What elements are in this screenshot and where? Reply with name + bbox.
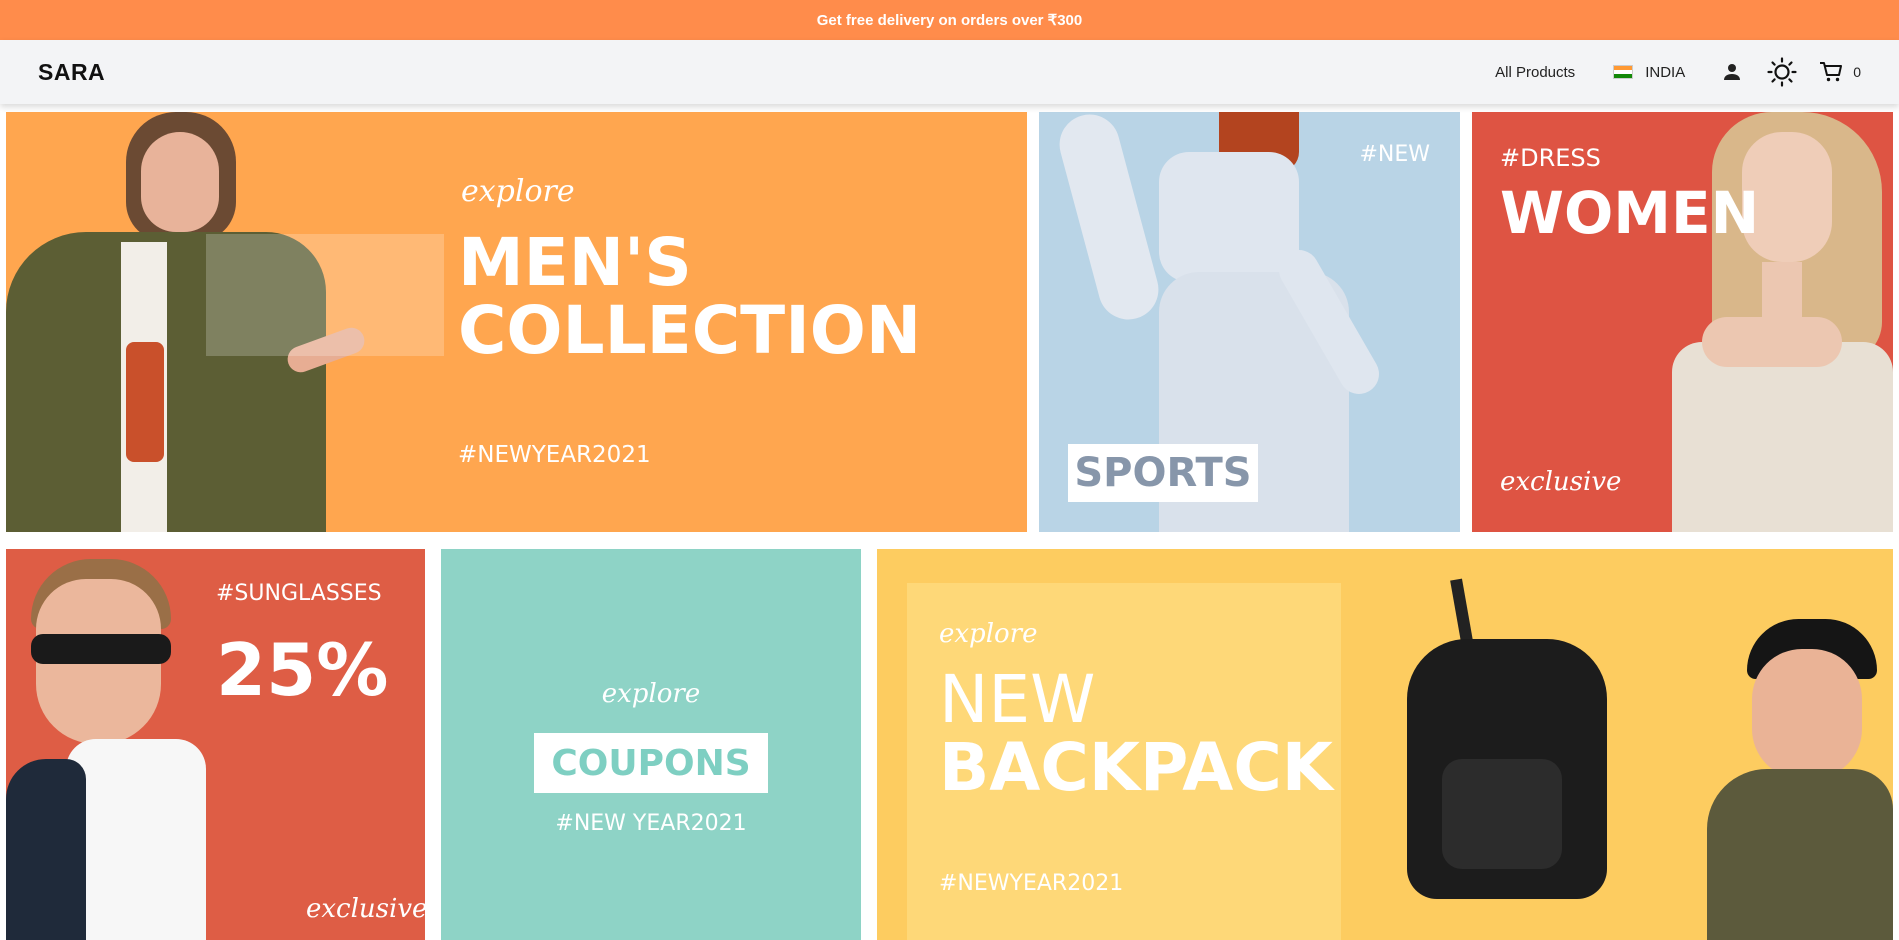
backpack-banner[interactable]: explore NEW BACKPACK #NEWYEAR2021 [877, 549, 1893, 940]
coupons-banner[interactable]: explore COUPONS #NEW YEAR2021 [441, 549, 861, 940]
person-figure [1707, 619, 1893, 940]
mens-title-line2: COLLECTION [458, 292, 922, 369]
backpack-title-line1: NEW [939, 661, 1096, 738]
all-products-link[interactable]: All Products [1495, 64, 1575, 81]
women-exclusive-text: exclusive [1500, 467, 1622, 497]
sports-label-box: SPORTS [1068, 444, 1258, 502]
sports-banner[interactable]: #NEW SPORTS [1039, 112, 1460, 532]
sun-icon[interactable] [1767, 57, 1797, 87]
coupons-label: COUPONS [551, 742, 751, 784]
women-dress-banner[interactable]: #DRESS WOMEN exclusive [1472, 112, 1893, 532]
sunglasses-exclusive-text: exclusive [306, 894, 425, 924]
country-selector[interactable]: INDIA [1613, 64, 1685, 81]
logo[interactable]: SARA [38, 59, 105, 86]
women-title: WOMEN [1500, 179, 1760, 247]
coupons-explore-text: explore [601, 679, 701, 709]
coupons-label-box: COUPONS [534, 733, 768, 793]
coupons-hashtag: #NEW YEAR2021 [555, 811, 747, 836]
backpack-hashtag: #NEWYEAR2021 [939, 871, 1124, 896]
sports-label: SPORTS [1074, 450, 1252, 496]
sunglasses-model-figure [6, 549, 206, 940]
cart-count: 0 [1853, 64, 1861, 80]
sunglasses-discount: 25% [216, 628, 389, 712]
india-flag-icon [1613, 65, 1634, 79]
mens-hashtag: #NEWYEAR2021 [458, 442, 651, 468]
country-label: INDIA [1645, 63, 1686, 81]
header-actions: All Products INDIA 0 [1495, 57, 1861, 87]
promo-bar: Get free delivery on orders over ₹300 [0, 0, 1899, 40]
promo-text: Get free delivery on orders over ₹300 [816, 12, 1083, 29]
cart-button[interactable]: 0 [1819, 61, 1861, 83]
site-header: SARA All Products INDIA 0 [0, 40, 1899, 104]
mens-title-line1: MEN'S [458, 224, 692, 301]
sunglasses-hashtag: #SUNGLASSES [216, 581, 382, 606]
decor-rect [206, 234, 444, 356]
backpack-explore-text: explore [939, 619, 1038, 649]
backpack-image [1387, 578, 1637, 940]
backpack-title-line2: BACKPACK [939, 729, 1333, 806]
women-hashtag: #DRESS [1500, 144, 1601, 172]
user-icon[interactable] [1723, 63, 1741, 81]
sunglasses-banner[interactable]: #SUNGLASSES 25% exclusive [6, 549, 425, 940]
mens-collection-banner[interactable]: explore MEN'S COLLECTION #NEWYEAR2021 [6, 112, 1027, 532]
sports-hashtag: #NEW [1359, 142, 1430, 167]
mens-explore-text: explore [461, 174, 575, 209]
female-model-figure [1672, 112, 1893, 532]
cart-icon [1820, 62, 1843, 82]
